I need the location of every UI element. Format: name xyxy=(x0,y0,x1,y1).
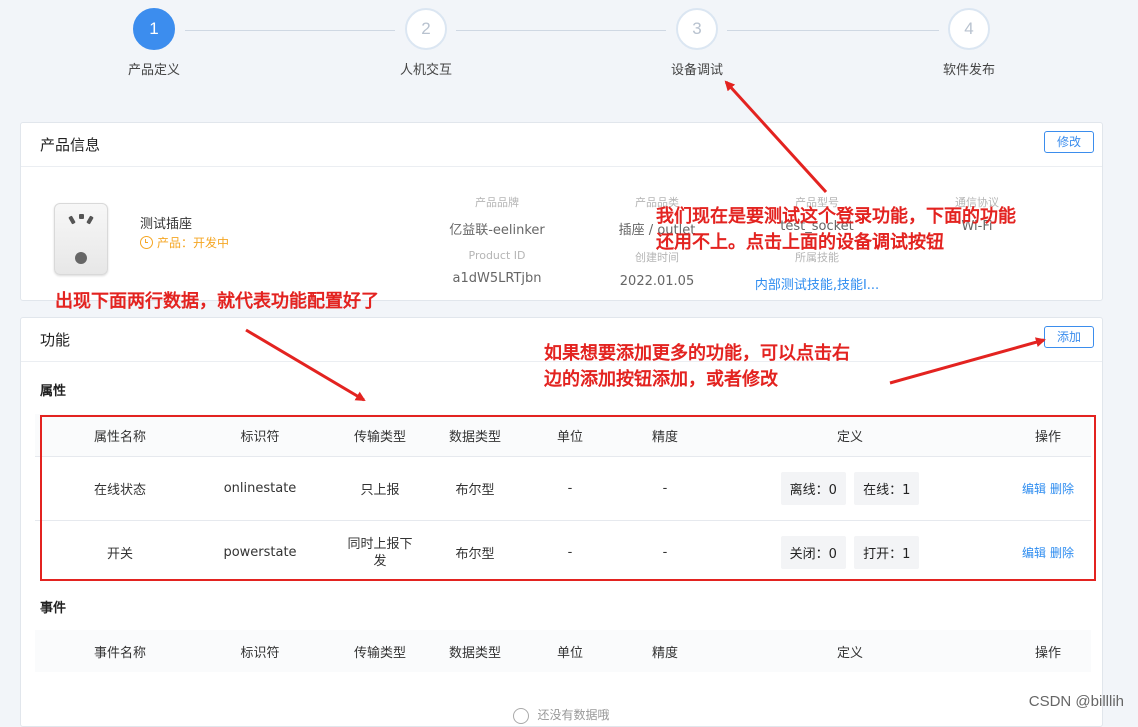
annotation-note-config: 出现下面两行数据，就代表功能配置好了 xyxy=(55,291,379,312)
field-brand: 产品品牌 亿益联-eelinker xyxy=(417,194,577,238)
socket-product-image xyxy=(54,203,108,275)
edit-product-button[interactable]: 修改 xyxy=(1043,131,1094,153)
edit-link[interactable]: 编辑 xyxy=(1022,546,1046,560)
card-header: 产品信息 修改 xyxy=(21,123,1102,167)
event-table: 事件名称 标识符 传输类型 数据类型 单位 精度 定义 操作 xyxy=(35,630,1091,672)
cell-definition: 离线：0 在线：1 xyxy=(695,456,1005,521)
cell-transfer: 只上报 xyxy=(315,456,445,521)
annotation-line: 还用不上。点击上面的设备调试按钮 xyxy=(656,232,944,253)
cell-name: 开关 xyxy=(35,520,205,584)
socket-ground xyxy=(75,252,87,264)
column-header: 标识符 xyxy=(205,414,315,457)
status-text: 产品：开发中 xyxy=(157,236,230,250)
card-title: 产品信息 xyxy=(40,136,101,154)
column-header: 操作 xyxy=(1005,414,1091,457)
cell-precision: - xyxy=(635,520,695,584)
delete-link[interactable]: 删除 xyxy=(1050,482,1074,496)
edit-link[interactable]: 编辑 xyxy=(1022,482,1046,496)
column-header: 事件名称 xyxy=(35,630,205,672)
delete-link[interactable]: 删除 xyxy=(1050,546,1074,560)
step-device-debug[interactable]: 3 设备调试 xyxy=(627,8,767,78)
column-header: 定义 xyxy=(695,630,1005,672)
cell-name: 在线状态 xyxy=(35,456,205,521)
cell-transfer: 同时上报下发 xyxy=(315,520,445,584)
cell-data-type: 布尔型 xyxy=(445,456,505,521)
step-number: 2 xyxy=(405,8,447,50)
add-function-button[interactable]: 添加 xyxy=(1043,326,1094,348)
column-header: 单位 xyxy=(505,630,635,672)
annotation-note-add: 如果想要添加更多的功能，可以点击右 边的添加按钮添加，或者修改 xyxy=(544,341,850,393)
product-status: 产品：开发中 xyxy=(140,234,229,251)
event-section-title: 事件 xyxy=(40,601,67,616)
attribute-table: 属性名称 标识符 传输类型 数据类型 单位 精度 定义 操作 在线状态 onli… xyxy=(35,414,1091,584)
column-header: 标识符 xyxy=(205,630,315,672)
progress-stepper: 1 产品定义 2 人机交互 3 设备调试 4 软件发布 xyxy=(0,0,1138,100)
column-header: 精度 xyxy=(635,414,695,457)
step-number: 4 xyxy=(948,8,990,50)
step-label: 软件发布 xyxy=(942,63,995,78)
field-key: Product ID xyxy=(468,249,526,262)
column-header: 传输类型 xyxy=(315,630,445,672)
field-product-id: Product ID a1dW5LRTjbn xyxy=(417,249,577,286)
step-label: 人机交互 xyxy=(399,63,452,78)
empty-text: 还没有数据哦 xyxy=(537,708,610,722)
watermark: CSDN @billlih xyxy=(1028,693,1124,710)
field-value: 亿益联-eelinker xyxy=(449,223,545,238)
empty-state: 还没有数据哦 xyxy=(21,706,1102,724)
column-header: 传输类型 xyxy=(315,414,445,457)
column-header: 操作 xyxy=(1005,630,1091,672)
cell-data-type: 布尔型 xyxy=(445,520,505,584)
column-header: 定义 xyxy=(695,414,1005,457)
step-product-definition[interactable]: 1 产品定义 xyxy=(84,8,224,78)
cell-precision: - xyxy=(635,456,695,521)
attribute-section-title: 属性 xyxy=(40,384,67,399)
field-value: 2022.01.05 xyxy=(619,274,695,289)
skill-link[interactable]: 内部测试技能,技能I... xyxy=(737,274,897,293)
table-header-row: 事件名称 标识符 传输类型 数据类型 单位 精度 定义 操作 xyxy=(35,630,1091,672)
field-value: a1dW5LRTjbn xyxy=(452,271,542,286)
definition-chip: 离线：0 xyxy=(780,472,846,505)
step-number: 3 xyxy=(676,8,718,50)
step-interaction[interactable]: 2 人机交互 xyxy=(356,8,496,78)
cell-identifier: onlinestate xyxy=(205,456,315,521)
socket-pin xyxy=(86,215,94,225)
field-key: 产品品牌 xyxy=(475,196,519,209)
table-row: 开关 powerstate 同时上报下发 布尔型 - - 关闭：0 打开：1 编… xyxy=(35,520,1091,584)
column-header: 单位 xyxy=(505,414,635,457)
empty-face-icon xyxy=(513,707,530,724)
step-software-release[interactable]: 4 软件发布 xyxy=(899,8,1039,78)
step-label: 设备调试 xyxy=(670,63,723,78)
cell-unit: - xyxy=(505,456,635,521)
column-header: 数据类型 xyxy=(445,630,505,672)
annotation-line: 我们现在是要测试这个登录功能，下面的功能 xyxy=(656,206,1016,227)
column-header: 属性名称 xyxy=(35,414,205,457)
product-name: 测试插座 xyxy=(140,217,193,232)
step-label: 产品定义 xyxy=(127,63,180,78)
annotation-note-debug: 我们现在是要测试这个登录功能，下面的功能 还用不上。点击上面的设备调试按钮 xyxy=(656,204,1016,256)
annotation-line: 边的添加按钮添加，或者修改 xyxy=(544,369,778,390)
cell-unit: - xyxy=(505,520,635,584)
cell-definition: 关闭：0 打开：1 xyxy=(695,520,1005,584)
clock-icon xyxy=(140,236,153,249)
definition-chip: 关闭：0 xyxy=(780,536,846,569)
step-number: 1 xyxy=(133,8,175,50)
table-row: 在线状态 onlinestate 只上报 布尔型 - - 离线：0 在线：1 编… xyxy=(35,456,1091,521)
table-header-row: 属性名称 标识符 传输类型 数据类型 单位 精度 定义 操作 xyxy=(35,414,1091,457)
socket-pin xyxy=(68,215,76,225)
card-title: 功能 xyxy=(40,331,71,349)
cell-actions: 编辑 删除 xyxy=(1005,456,1091,521)
column-header: 数据类型 xyxy=(445,414,505,457)
definition-chip: 打开：1 xyxy=(854,536,920,569)
annotation-line: 如果想要添加更多的功能，可以点击右 xyxy=(544,343,850,364)
cell-identifier: powerstate xyxy=(205,520,315,584)
definition-chip: 在线：1 xyxy=(854,472,920,505)
cell-actions: 编辑 删除 xyxy=(1005,520,1091,584)
socket-pin xyxy=(79,214,84,219)
column-header: 精度 xyxy=(635,630,695,672)
